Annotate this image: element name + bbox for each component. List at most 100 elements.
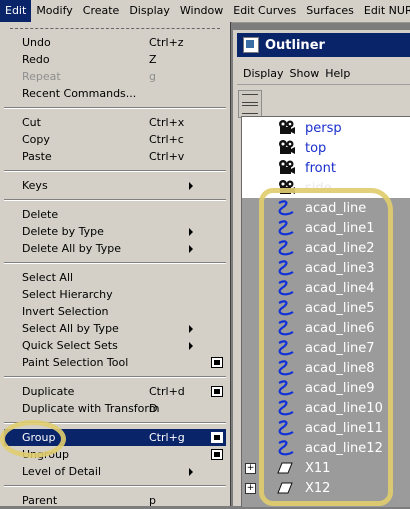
menu-item-label: Keys — [22, 179, 48, 192]
menu-item-select-hierarchy[interactable]: Select Hierarchy — [4, 286, 226, 303]
menu-item-shortcut: Ctrl+g — [149, 431, 185, 444]
outliner-row-front[interactable]: front — [242, 158, 410, 178]
menu-item-label: Paint Selection Tool — [22, 356, 129, 369]
option-box-icon[interactable] — [211, 357, 223, 368]
menu-separator — [4, 376, 226, 378]
menu-item-select-all[interactable]: Select All — [4, 269, 226, 286]
outliner-title: Outliner — [265, 37, 325, 53]
menu-item-label: Copy — [22, 133, 50, 146]
annotation-highlight-outliner — [259, 188, 393, 506]
outliner-menubar: Display Show Help — [237, 62, 410, 85]
menubar-edit-curves[interactable]: Edit Curves — [228, 0, 301, 22]
menu-separator — [4, 262, 226, 264]
menu-item-quick-select-sets[interactable]: Quick Select Sets — [4, 337, 226, 354]
submenu-arrow-icon — [189, 324, 193, 333]
outliner-row-label: front — [305, 160, 336, 176]
menu-item-select-all-by-type[interactable]: Select All by Type — [4, 320, 226, 337]
menu-item-label: Select Hierarchy — [22, 288, 113, 301]
menu-item-parent[interactable]: Parent p — [4, 492, 226, 509]
outliner-titlebar[interactable]: Outliner — [237, 33, 410, 57]
menu-item-keys[interactable]: Keys — [4, 177, 226, 194]
menubar-surfaces[interactable]: Surfaces — [301, 0, 359, 22]
menu-item-label: Select All by Type — [22, 322, 119, 335]
menu-item-delete-all-by-type[interactable]: Delete All by Type — [4, 240, 226, 257]
submenu-arrow-icon — [189, 467, 193, 476]
menubar-display[interactable]: Display — [124, 0, 175, 22]
option-box-icon[interactable] — [211, 432, 223, 443]
menu-item-recent-commands[interactable]: Recent Commands... — [4, 85, 226, 102]
outliner-menu-help[interactable]: Help — [325, 67, 350, 80]
option-box-icon[interactable] — [211, 386, 223, 397]
menu-item-label: Duplicate with Transform — [22, 402, 160, 415]
menu-item-label: Invert Selection — [22, 305, 109, 318]
menu-item-cut[interactable]: Cut Ctrl+x — [4, 114, 226, 131]
menu-item-shortcut: Ctrl+d — [149, 385, 185, 398]
menubar-edit[interactable]: Edit — [0, 0, 32, 22]
menu-item-shortcut: p — [149, 494, 156, 507]
outliner-row-label: persp — [305, 120, 342, 136]
menu-item-duplicate-with-transform[interactable]: Duplicate with Transform D — [4, 400, 226, 417]
menubar-window[interactable]: Window — [175, 0, 228, 22]
menu-item-shortcut: Ctrl+z — [149, 36, 184, 49]
menu-item-delete[interactable]: Delete — [4, 206, 226, 223]
menu-item-label: Undo — [22, 36, 51, 49]
menu-item-copy[interactable]: Copy Ctrl+c — [4, 131, 226, 148]
menu-separator — [4, 107, 226, 109]
camera-icon — [276, 119, 296, 137]
window-icon — [243, 37, 259, 53]
menu-item-delete-by-type[interactable]: Delete by Type — [4, 223, 226, 240]
menu-separator — [4, 170, 226, 172]
menu-item-shortcut: g — [149, 70, 156, 83]
menubar-create[interactable]: Create — [78, 0, 125, 22]
camera-icon — [276, 159, 296, 177]
menu-item-shortcut: D — [149, 402, 158, 415]
menu-item-invert-selection[interactable]: Invert Selection — [4, 303, 226, 320]
camera-icon — [276, 139, 296, 157]
menu-item-label: Delete by Type — [22, 225, 104, 238]
menu-item-redo[interactable]: Redo Z — [4, 51, 226, 68]
menu-item-label: Recent Commands... — [22, 87, 137, 100]
menu-item-paint-selection-tool[interactable]: Paint Selection Tool — [4, 354, 226, 371]
menu-item-label: Select All — [22, 271, 74, 284]
menubar-edit-nurbs[interactable]: Edit NURBS — [359, 0, 410, 22]
menu-item-shortcut: Ctrl+x — [149, 116, 185, 129]
outliner-menu-display[interactable]: Display — [243, 67, 284, 80]
outliner-menu-show[interactable]: Show — [290, 67, 320, 80]
option-box-icon[interactable] — [211, 449, 223, 460]
annotation-highlight-group — [0, 420, 66, 458]
submenu-arrow-icon — [189, 227, 193, 236]
main-menubar: Edit Modify Create Display Window Edit Curves… — [0, 0, 410, 23]
submenu-arrow-icon — [189, 341, 193, 350]
menu-item-label: Duplicate — [22, 385, 75, 398]
menu-item-label: Cut — [22, 116, 41, 129]
collapse-arrows-icon — [242, 105, 258, 114]
menu-item-shortcut: Ctrl+c — [149, 133, 184, 146]
submenu-arrow-icon — [189, 244, 193, 253]
menu-item-label: Paste — [22, 150, 52, 163]
menu-item-level-of-detail[interactable]: Level of Detail — [4, 463, 226, 480]
tear-off-line[interactable] — [10, 28, 220, 29]
menu-item-paste[interactable]: Paste Ctrl+v — [4, 148, 226, 165]
menu-item-duplicate[interactable]: Duplicate Ctrl+d — [4, 383, 226, 400]
outliner-row-top[interactable]: top — [242, 138, 410, 158]
collapse-arrows-icon — [242, 94, 258, 103]
menubar-modify[interactable]: Modify — [31, 0, 77, 22]
menu-item-label: Parent — [22, 494, 58, 507]
expand-plus-icon[interactable]: + — [245, 482, 256, 494]
menu-item-shortcut: Ctrl+v — [149, 150, 185, 163]
menu-item-label: Redo — [22, 53, 50, 66]
menu-item-label: Delete All by Type — [22, 242, 122, 255]
outliner-collapse-handle[interactable] — [238, 90, 262, 118]
menu-item-label: Quick Select Sets — [22, 339, 118, 352]
expand-plus-icon[interactable]: + — [245, 462, 256, 474]
menu-item-label: Level of Detail — [22, 465, 102, 478]
submenu-arrow-icon — [189, 181, 193, 190]
menu-item-undo[interactable]: Undo Ctrl+z — [4, 34, 226, 51]
menu-item-repeat[interactable]: Repeat g — [4, 68, 226, 85]
menu-item-shortcut: Z — [149, 53, 157, 66]
outliner-row-label: top — [305, 140, 327, 156]
menu-item-label: Repeat — [22, 70, 61, 83]
outliner-row-persp[interactable]: persp — [242, 118, 410, 138]
menu-item-label: Delete — [22, 208, 59, 221]
menu-separator — [4, 485, 226, 487]
